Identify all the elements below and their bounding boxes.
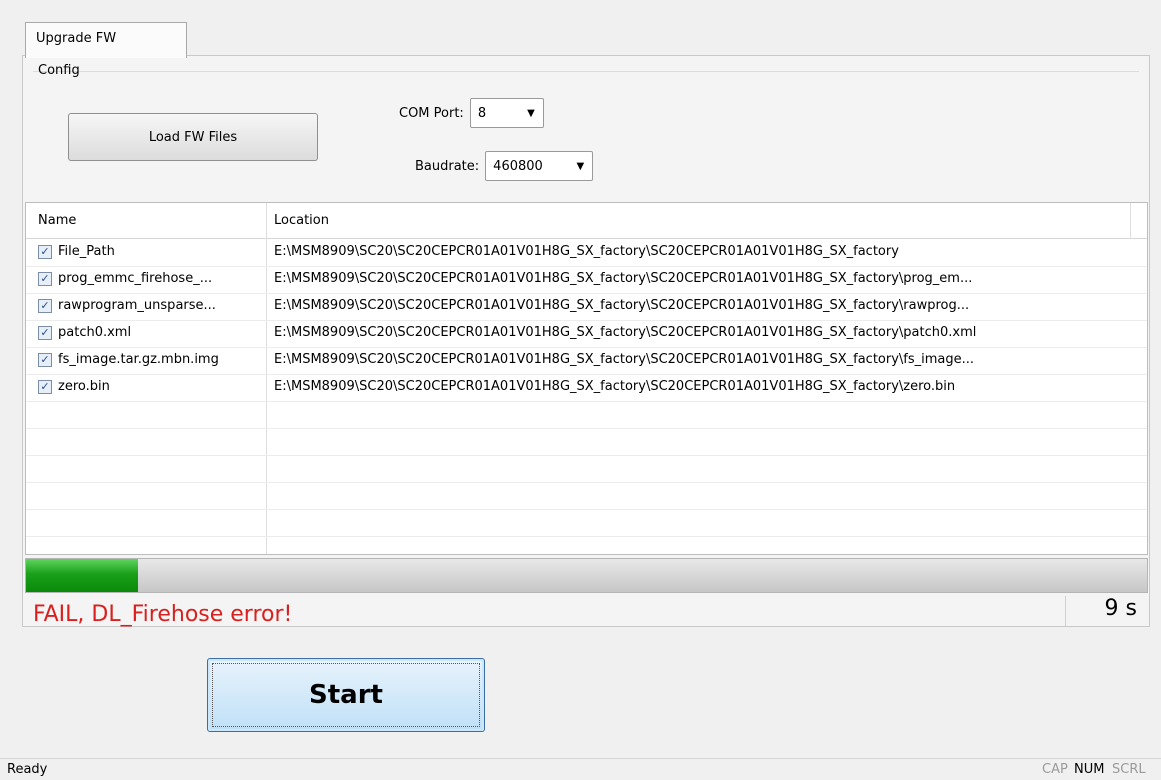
chevron-down-icon: ▼ (527, 107, 535, 119)
elapsed-time-value: 9 s (1104, 596, 1137, 621)
scrl-indicator: SCRL (1112, 762, 1146, 777)
com-port-field: COM Port: 8 ▼ (399, 98, 544, 128)
elapsed-time: 9 s (1065, 596, 1149, 626)
row-checkbox[interactable]: ✓ (38, 326, 52, 340)
table-row[interactable]: ✓ fs_image.tar.gz.mbn.img E:\MSM8909\SC20\… (26, 348, 1147, 375)
progress-bar (25, 558, 1148, 593)
status-bar: Ready CAP NUM SCRL (0, 758, 1161, 780)
tab-upgrade-fw[interactable]: Upgrade FW (25, 22, 187, 58)
file-location: E:\MSM8909\SC20\SC20CEPCR01A01V01H8G_SX_… (274, 298, 970, 313)
upgrade-fw-panel: Config Load FW Files COM Port: 8 ▼ Baudr… (22, 55, 1150, 627)
fw-file-list[interactable]: Name Location ✓ File_Path E:\MSM8909\SC20\… (25, 202, 1148, 555)
table-row[interactable]: ✓ zero.bin E:\MSM8909\SC20\SC20CEPCR01A01V… (26, 375, 1147, 402)
file-location: E:\MSM8909\SC20\SC20CEPCR01A01V01H8G_SX_… (274, 352, 975, 367)
cap-indicator: CAP (1042, 762, 1068, 777)
row-checkbox[interactable]: ✓ (38, 380, 52, 394)
file-location: E:\MSM8909\SC20\SC20CEPCR01A01V01H8G_SX_… (274, 271, 973, 286)
tab-label: Upgrade FW (36, 31, 117, 46)
file-location: E:\MSM8909\SC20\SC20CEPCR01A01V01H8G_SX_… (274, 325, 977, 340)
table-row (26, 402, 1147, 429)
num-indicator: NUM (1074, 762, 1105, 777)
file-location: E:\MSM8909\SC20\SC20CEPCR01A01V01H8G_SX_… (274, 379, 956, 394)
row-checkbox[interactable]: ✓ (38, 245, 52, 259)
list-header: Name Location (26, 203, 1147, 239)
table-row[interactable]: ✓ patch0.xml E:\MSM8909\SC20\SC20CEPCR01A0… (26, 321, 1147, 348)
baudrate-field: Baudrate: 460800 ▼ (415, 151, 594, 181)
row-checkbox[interactable]: ✓ (38, 299, 52, 313)
baudrate-value: 460800 (493, 158, 543, 174)
file-name: rawprogram_unsparse... (58, 298, 216, 313)
progress-fill (26, 559, 139, 592)
config-group-label: Config (38, 63, 80, 78)
table-row[interactable]: ✓ File_Path E:\MSM8909\SC20\SC20CEPCR01A01… (26, 240, 1147, 267)
table-row (26, 483, 1147, 510)
row-checkbox[interactable]: ✓ (38, 272, 52, 286)
baudrate-select[interactable]: 460800 ▼ (485, 151, 594, 181)
column-header-location[interactable]: Location (274, 213, 329, 228)
file-name: patch0.xml (58, 325, 132, 340)
load-fw-files-button[interactable]: Load FW Files (68, 113, 318, 161)
column-header-name[interactable]: Name (38, 213, 76, 228)
file-name: zero.bin (58, 379, 110, 394)
com-port-select[interactable]: 8 ▼ (469, 98, 544, 128)
com-port-value: 8 (477, 105, 487, 121)
row-checkbox[interactable]: ✓ (38, 353, 52, 367)
table-row (26, 537, 1147, 554)
load-fw-files-label: Load FW Files (148, 129, 238, 145)
column-divider[interactable] (1130, 203, 1131, 239)
com-port-label: COM Port: (399, 105, 464, 121)
focus-rect (212, 663, 480, 727)
table-row (26, 429, 1147, 456)
start-button[interactable]: Start (207, 658, 485, 732)
file-name: File_Path (58, 244, 115, 259)
file-name: fs_image.tar.gz.mbn.img (58, 352, 219, 367)
table-row (26, 456, 1147, 483)
status-message: FAIL, DL_Firehose error! (33, 602, 293, 627)
chevron-down-icon: ▼ (576, 160, 585, 172)
table-row (26, 510, 1147, 537)
table-row[interactable]: ✓ rawprogram_unsparse... E:\MSM8909\SC20\S… (26, 294, 1147, 321)
file-location: E:\MSM8909\SC20\SC20CEPCR01A01V01H8G_SX_… (274, 244, 899, 259)
baudrate-label: Baudrate: (415, 158, 480, 174)
status-bar-text: Ready (7, 762, 48, 777)
table-row[interactable]: ✓ prog_emmc_firehose_... E:\MSM8909\SC20\S… (26, 267, 1147, 294)
file-name: prog_emmc_firehose_... (58, 271, 213, 286)
tab-strip: Upgrade FW (22, 22, 1150, 58)
